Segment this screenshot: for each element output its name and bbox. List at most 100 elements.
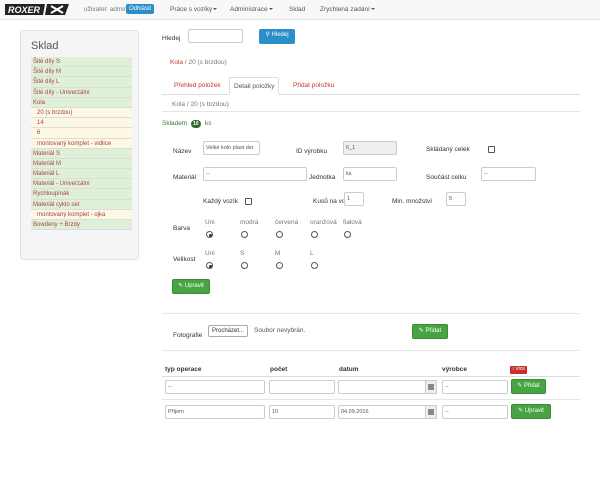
operation-type-input[interactable]: Příjem xyxy=(165,405,265,419)
sidebar-item[interactable]: Šité díly L xyxy=(31,77,132,88)
maker-select[interactable]: -- xyxy=(442,380,508,394)
product-id-label: ID výrobku xyxy=(296,148,328,155)
divider xyxy=(162,313,580,314)
sidebar-item[interactable]: Materiál M xyxy=(31,158,132,170)
nav-quick-label: Zrychlená zadání xyxy=(320,6,370,13)
color-option-label: fialová xyxy=(343,219,362,226)
size-option-label: S xyxy=(240,250,245,257)
size-option-label: L xyxy=(310,250,314,257)
tab-overview[interactable]: Přehled položek xyxy=(170,77,225,95)
color-radio[interactable] xyxy=(241,231,248,238)
size-option-label: M xyxy=(275,250,281,257)
material-select[interactable]: -- xyxy=(203,167,307,181)
sidebar-item[interactable]: Bowdeny + Brzdy xyxy=(31,220,132,231)
operation-type-select[interactable]: -- xyxy=(165,380,265,394)
sidebar-item[interactable]: 14 xyxy=(31,118,132,129)
edit-icon: ✎ xyxy=(518,408,524,414)
search-input[interactable] xyxy=(188,29,243,43)
name-label: Název xyxy=(173,148,192,155)
logout-button[interactable]: Odhlásit xyxy=(126,4,155,14)
breadcrumb-detail: Kola / 20 (s brzdou) xyxy=(172,101,229,108)
tabs-divider xyxy=(162,94,580,95)
chevron-down-icon xyxy=(213,8,218,11)
size-label: Velikost xyxy=(173,256,196,263)
color-radio[interactable] xyxy=(311,231,318,238)
more-badge[interactable]: ↕ více xyxy=(510,366,528,374)
part-of-label: Součást celku xyxy=(426,174,467,181)
breadcrumb-detail-parent[interactable]: Kola xyxy=(172,101,185,108)
update-item-button[interactable]: ✎ Upravit xyxy=(172,279,210,294)
tab-detail[interactable]: Detail položky xyxy=(229,77,280,95)
sidebar-item[interactable]: Šité díly - Univerzální xyxy=(31,87,132,98)
file-status: Soubor nevybrán. xyxy=(254,327,306,334)
chevron-down-icon xyxy=(268,8,273,11)
composite-checkbox[interactable] xyxy=(488,146,495,153)
nav-admin-menu[interactable]: Administrace xyxy=(230,6,273,13)
product-id-input: 6_1 xyxy=(343,141,397,155)
material-label: Materiál xyxy=(173,174,197,181)
breadcrumb-detail-current: 20 (s brzdou) xyxy=(190,101,229,108)
min-quantity-input[interactable]: 5 xyxy=(446,192,466,206)
sidebar-item[interactable]: Šité díly M xyxy=(31,67,132,78)
browse-file-button[interactable]: Procházet... xyxy=(208,325,249,337)
stock-count-badge: 10 xyxy=(191,120,201,128)
edit-icon: ✎ xyxy=(178,283,184,289)
chevron-down-icon xyxy=(370,8,375,11)
sidebar-item[interactable]: Rychloupínák xyxy=(31,189,132,200)
nav-quick-menu[interactable]: Zrychlená zadání xyxy=(320,6,375,13)
size-radio[interactable] xyxy=(241,262,248,269)
sidebar-item[interactable]: montovaný komplet - vidlice xyxy=(31,138,132,149)
sidebar-item[interactable]: 6 xyxy=(31,128,132,139)
search-label: Hledej xyxy=(162,35,181,42)
name-input[interactable]: Velké kolo plast der xyxy=(203,141,260,155)
divider xyxy=(162,399,580,400)
unit-input[interactable]: ks xyxy=(343,167,397,181)
maker-select[interactable]: -- xyxy=(442,405,508,419)
tab-add-item[interactable]: Přidat položku xyxy=(289,77,338,95)
table-header-divider xyxy=(162,376,580,377)
nav-sklad[interactable]: Sklad xyxy=(289,6,305,13)
sidebar-item[interactable]: Materiál S xyxy=(31,148,132,159)
search-button[interactable]: ⚲ Hledej xyxy=(259,29,295,44)
nav-admin-label: Administrace xyxy=(230,6,268,13)
nav-carts-menu[interactable]: Práce s vozíky xyxy=(170,6,218,13)
edit-icon: ✎ xyxy=(517,383,523,389)
sidebar-item[interactable]: Materiál - Univerzální xyxy=(31,179,132,190)
part-of-select[interactable]: -- xyxy=(481,167,536,181)
color-radio[interactable] xyxy=(206,231,213,238)
color-radio[interactable] xyxy=(344,231,351,238)
calendar-icon[interactable] xyxy=(425,380,437,394)
color-radio[interactable] xyxy=(276,231,283,238)
size-radio[interactable] xyxy=(206,262,213,269)
color-option-label: oranžová xyxy=(310,219,337,226)
date-input[interactable] xyxy=(338,380,427,394)
count-input[interactable] xyxy=(269,380,335,394)
sidebar-item[interactable]: Šité díly S xyxy=(31,57,132,68)
add-operation-button[interactable]: ✎ Přidat xyxy=(511,379,546,394)
sidebar-list: Šité díly S Šité díly M Šité díly L Šité dí… xyxy=(31,57,132,231)
sidebar-item[interactable]: 20 (s brzdou) xyxy=(31,107,132,119)
stock-label: Skladem xyxy=(162,120,188,127)
pieces-per-cart-input[interactable]: 1 xyxy=(344,192,364,206)
roxer-logo[interactable]: ROXER xyxy=(5,3,69,16)
column-header-maker: výrobce xyxy=(442,366,467,373)
calendar-icon[interactable] xyxy=(425,405,437,419)
sidebar-item[interactable]: Kola xyxy=(31,97,132,108)
update-operation-button[interactable]: ✎ Upravit xyxy=(511,404,551,419)
each-cart-checkbox[interactable] xyxy=(245,198,252,205)
breadcrumb-detail-separator: / xyxy=(186,101,189,108)
sidebar-item[interactable]: Materiál cyklo set xyxy=(31,199,132,210)
breadcrumb-parent[interactable]: Kola xyxy=(170,59,183,66)
top-navbar: ROXER uživatel: admin Odhlásit Práce s v… xyxy=(0,0,600,20)
sidebar-item[interactable]: Materiál L xyxy=(31,169,132,180)
column-header-count: počet xyxy=(270,366,288,373)
min-quantity-label: Min. množství xyxy=(392,198,433,205)
add-photo-button[interactable]: ✎ Přidat xyxy=(412,324,448,339)
date-input[interactable]: 04.09.2016 xyxy=(338,405,427,419)
size-radio[interactable] xyxy=(311,262,318,269)
size-radio[interactable] xyxy=(276,262,283,269)
count-input[interactable]: 10 xyxy=(269,405,335,419)
breadcrumb-separator: / xyxy=(184,59,187,66)
color-option-label: červená xyxy=(275,219,299,226)
sidebar-item[interactable]: montovaný komplet - ojka xyxy=(31,209,132,220)
